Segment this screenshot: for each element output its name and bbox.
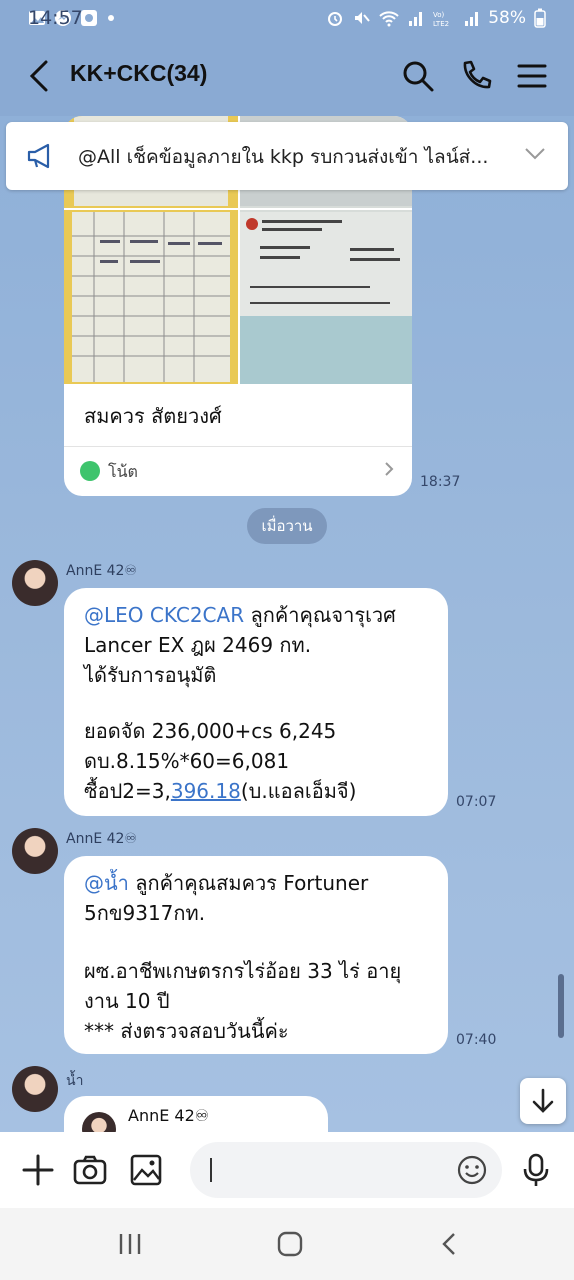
announcement-text[interactable]: @All เช็คข้อมูลภายใน kkp รบกวนส่งเข้า ไล… xyxy=(78,142,503,172)
status-bar: 14:57 Vo) LTE2 58% xyxy=(0,0,574,36)
megaphone-icon xyxy=(27,143,50,169)
chat-title: KK+CKC(34) xyxy=(70,60,208,86)
scroll-to-bottom-button[interactable] xyxy=(520,1078,566,1124)
image-icon[interactable] xyxy=(128,1152,164,1188)
sender-name: AnnE 42♾ xyxy=(66,563,137,579)
clock: 14:57 xyxy=(28,7,83,29)
divider xyxy=(64,446,412,447)
phone-link[interactable]: 396.18 xyxy=(171,779,241,803)
chat-area[interactable]: สมควร สัตยวงศ์ โน้ต 18:37 เมื่อวาน AnnE … xyxy=(0,116,574,1132)
avatar xyxy=(82,1112,116,1132)
dot-icon xyxy=(108,15,114,21)
svg-text:LTE2: LTE2 xyxy=(433,20,449,27)
message-bubble[interactable]: @LEO CKC2CAR ลูกค้าคุณจารุเวศ Lancer EX … xyxy=(64,588,448,816)
quoted-sender: AnnE 42♾ xyxy=(128,1106,210,1125)
avatar[interactable] xyxy=(12,1066,58,1112)
alarm-icon xyxy=(328,12,343,26)
note-sender: สมควร สัตยวงศ์ xyxy=(84,404,222,428)
message-input-bar xyxy=(0,1132,574,1208)
note-icon xyxy=(80,461,100,481)
search-icon[interactable] xyxy=(400,58,436,94)
battery-icon xyxy=(534,8,546,28)
system-nav-bar xyxy=(0,1208,574,1280)
mention[interactable]: @น้ำ xyxy=(84,871,129,895)
announcement-banner[interactable]: @All เช็คข้อมูลภายใน kkp รบกวนส่งเข้า ไล… xyxy=(6,122,568,190)
message-time: 18:37 xyxy=(420,474,461,490)
text-caret xyxy=(210,1158,212,1182)
camera-icon[interactable] xyxy=(72,1152,108,1188)
signal-icon xyxy=(409,12,423,26)
sender-name: AnnE 42♾ xyxy=(66,831,137,847)
wifi-icon xyxy=(379,11,399,27)
battery-percent: 58% xyxy=(488,8,526,28)
volte-icon: Vo)LTE2 xyxy=(433,11,449,27)
chat-header: KK+CKC(34) xyxy=(0,36,574,116)
microphone-icon[interactable] xyxy=(518,1152,554,1188)
mention[interactable]: @LEO CKC2CAR xyxy=(84,603,244,627)
message-time: 07:40 xyxy=(456,1032,497,1048)
message-time: 07:07 xyxy=(456,794,497,810)
phone-icon[interactable] xyxy=(458,58,494,94)
message-input[interactable] xyxy=(190,1142,502,1198)
scrollbar[interactable] xyxy=(558,974,564,1038)
chevron-right-icon[interactable] xyxy=(384,462,394,476)
avatar[interactable] xyxy=(12,828,58,874)
avatar[interactable] xyxy=(12,560,58,606)
menu-icon[interactable] xyxy=(514,58,550,94)
mute-icon xyxy=(355,12,370,24)
svg-text:Vo): Vo) xyxy=(433,11,445,19)
sender-name: น้ำ xyxy=(66,1073,84,1089)
emoji-icon[interactable] xyxy=(456,1154,488,1186)
reply-bubble[interactable]: AnnE 42♾ xyxy=(64,1096,328,1132)
chevron-down-icon[interactable] xyxy=(524,146,546,162)
recent-apps-icon[interactable] xyxy=(116,1230,144,1258)
back-icon[interactable] xyxy=(436,1230,464,1258)
date-divider: เมื่อวาน xyxy=(247,508,327,544)
signal-2-icon xyxy=(465,12,479,26)
note-label[interactable]: โน้ต xyxy=(108,460,138,485)
home-icon[interactable] xyxy=(276,1230,304,1258)
message-bubble[interactable]: @น้ำ ลูกค้าคุณสมควร Fortuner 5กข9317กท. … xyxy=(64,856,448,1054)
back-arrow-icon[interactable] xyxy=(24,56,60,96)
plus-icon[interactable] xyxy=(20,1152,56,1188)
arrow-down-icon xyxy=(532,1088,554,1113)
